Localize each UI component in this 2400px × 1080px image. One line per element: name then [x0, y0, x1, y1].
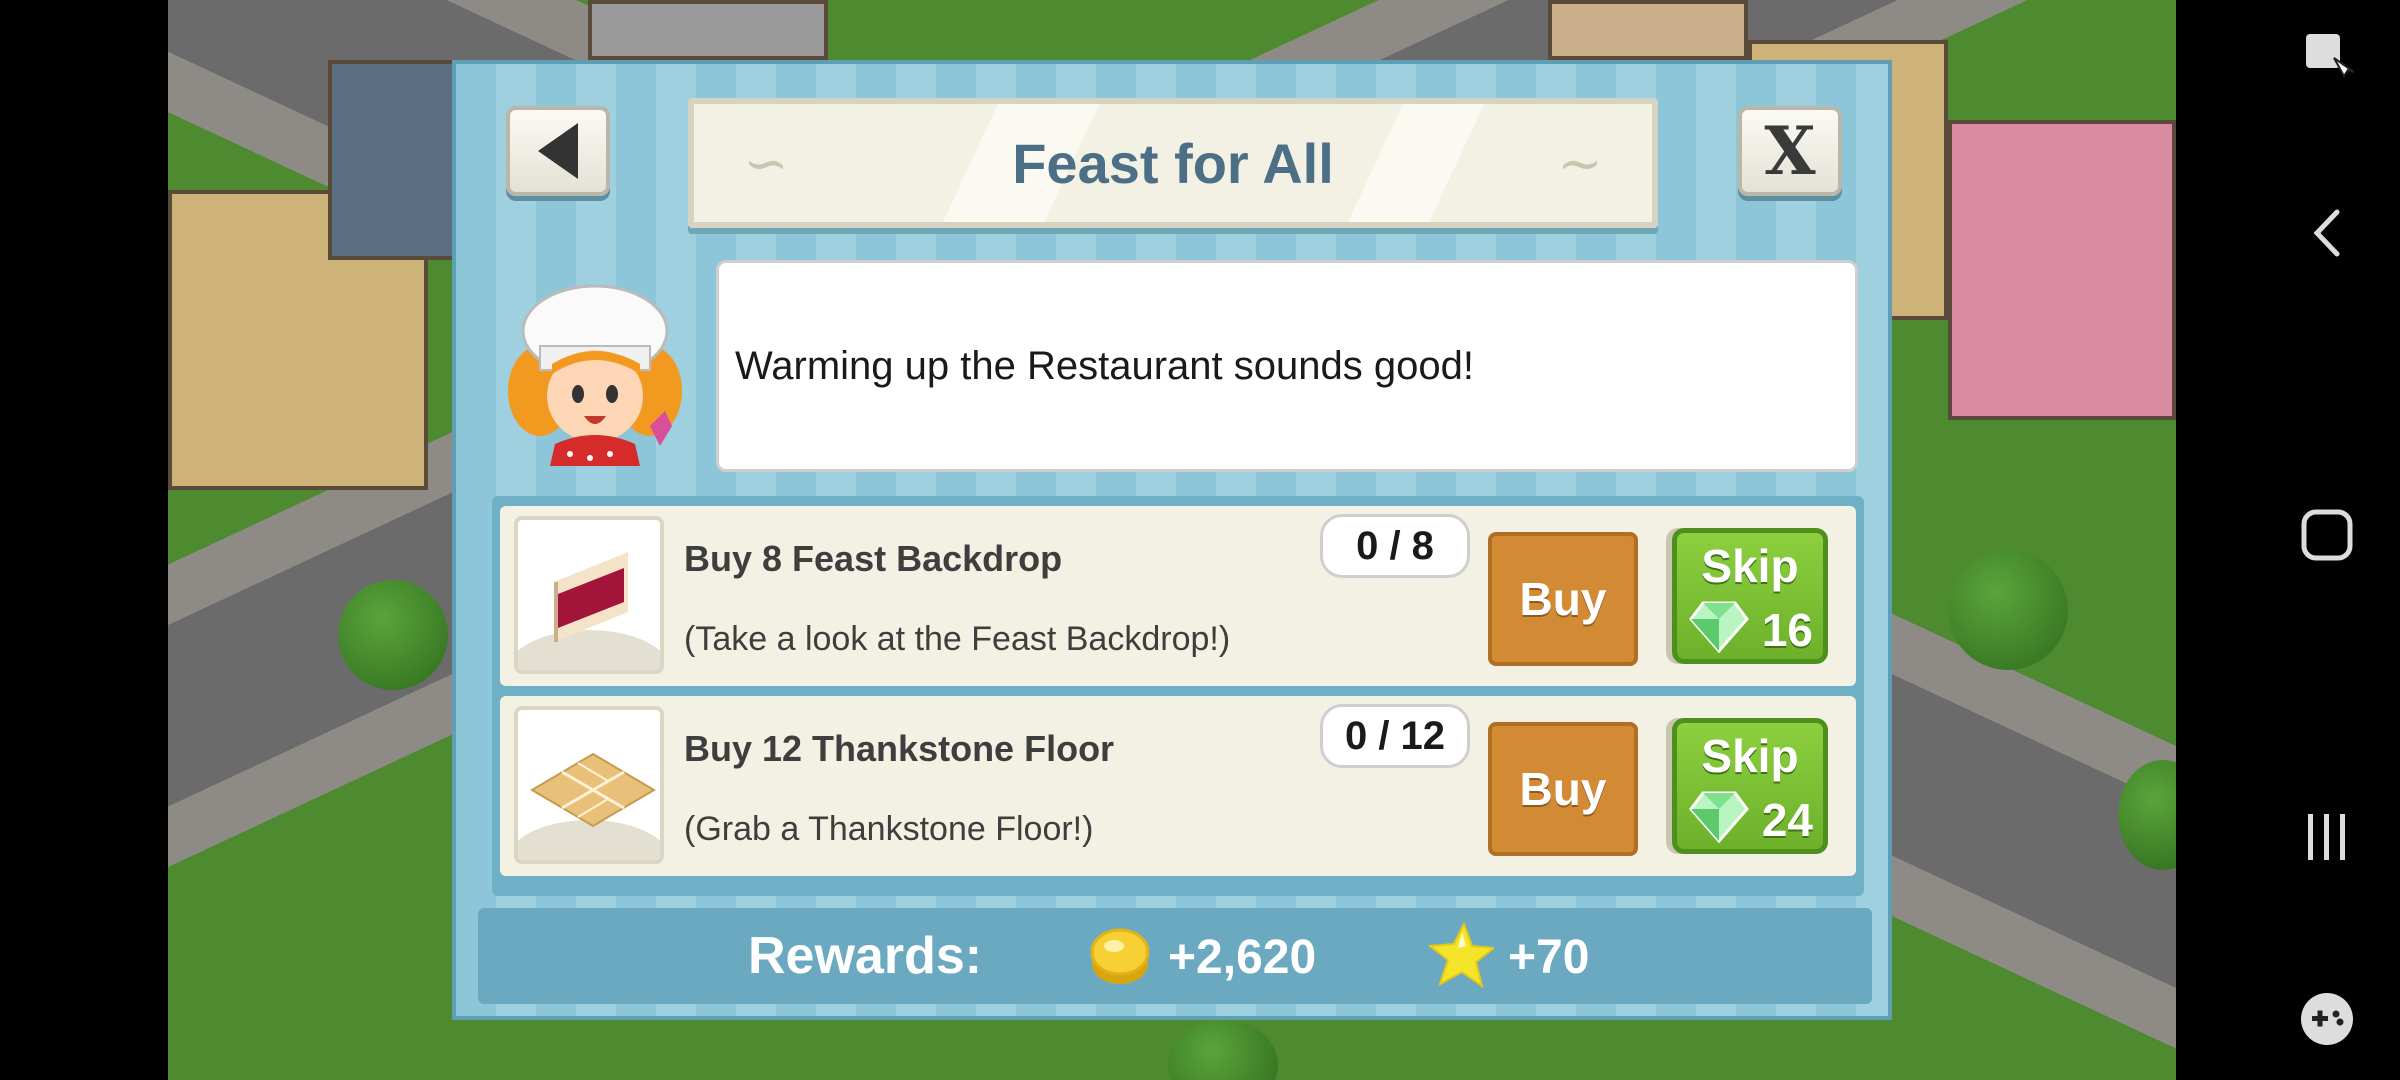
gem-icon: [1689, 791, 1749, 843]
back-arrow-icon: [538, 123, 578, 179]
nav-recents-icon[interactable]: [2300, 810, 2354, 864]
close-button[interactable]: X: [1738, 106, 1842, 196]
quest-dialog: ∽ Feast for All ∽ X Warming up the Resta…: [452, 60, 1892, 1020]
swirl-ornament-icon: ∽: [1557, 132, 1603, 195]
task-title: Buy 8 Feast Backdrop: [684, 538, 1063, 579]
feast-backdrop-thumbnail: [514, 516, 664, 674]
rewards-bar: Rewards: +2,620 +70: [478, 908, 1872, 1004]
tree: [1948, 550, 2068, 670]
screen-lock-icon[interactable]: [2300, 28, 2354, 82]
thankstone-floor-thumbnail: [514, 706, 664, 864]
dialog-title: Feast for All: [1012, 131, 1334, 195]
chef-avatar: [508, 284, 682, 466]
coin-icon: [1090, 928, 1150, 984]
back-button[interactable]: [506, 106, 610, 196]
buy-button[interactable]: Buy: [1488, 722, 1638, 856]
task-progress: 0 / 12: [1320, 704, 1470, 768]
skip-label: Skip: [1701, 730, 1799, 782]
coin-reward: +2,620: [1168, 931, 1317, 984]
title-banner: ∽ Feast for All ∽: [688, 98, 1658, 228]
skip-cost: 16: [1761, 604, 1813, 656]
rewards-label: Rewards:: [748, 927, 983, 985]
nav-home-icon[interactable]: [2300, 508, 2354, 562]
task-progress: 0 / 8: [1320, 514, 1470, 578]
building: [1948, 120, 2176, 420]
tree: [1168, 1020, 1278, 1080]
building: [1548, 0, 1748, 60]
task-description: (Take a look at the Feast Backdrop!): [684, 620, 1231, 658]
skip-cost: 24: [1761, 794, 1813, 846]
task-description: (Grab a Thankstone Floor!): [684, 810, 1094, 848]
tasks-panel: Buy 8 Feast Backdrop (Take a look at the…: [492, 496, 1864, 896]
swirl-ornament-icon: ∽: [743, 132, 789, 195]
buy-button[interactable]: Buy: [1488, 532, 1638, 666]
skip-button[interactable]: Skip 24: [1672, 718, 1828, 854]
gem-icon: [1689, 601, 1749, 653]
task-row: Buy 8 Feast Backdrop (Take a look at the…: [500, 506, 1856, 686]
nav-back-icon[interactable]: [2300, 206, 2354, 260]
game-launcher-icon[interactable]: [2300, 992, 2354, 1046]
building: [588, 0, 828, 60]
tree: [338, 580, 448, 690]
skip-label: Skip: [1701, 540, 1799, 592]
tree: [2118, 760, 2176, 870]
task-title: Buy 12 Thankstone Floor: [684, 728, 1115, 769]
star-icon: [1428, 922, 1494, 988]
task-row: Buy 12 Thankstone Floor (Grab a Thanksto…: [500, 696, 1856, 876]
skip-button[interactable]: Skip 16: [1672, 528, 1828, 664]
system-nav-bar: [2176, 0, 2400, 1080]
speech-bubble: Warming up the Restaurant sounds good!: [716, 260, 1858, 472]
speech-text: Warming up the Restaurant sounds good!: [735, 343, 1474, 388]
xp-reward: +70: [1508, 931, 1590, 984]
